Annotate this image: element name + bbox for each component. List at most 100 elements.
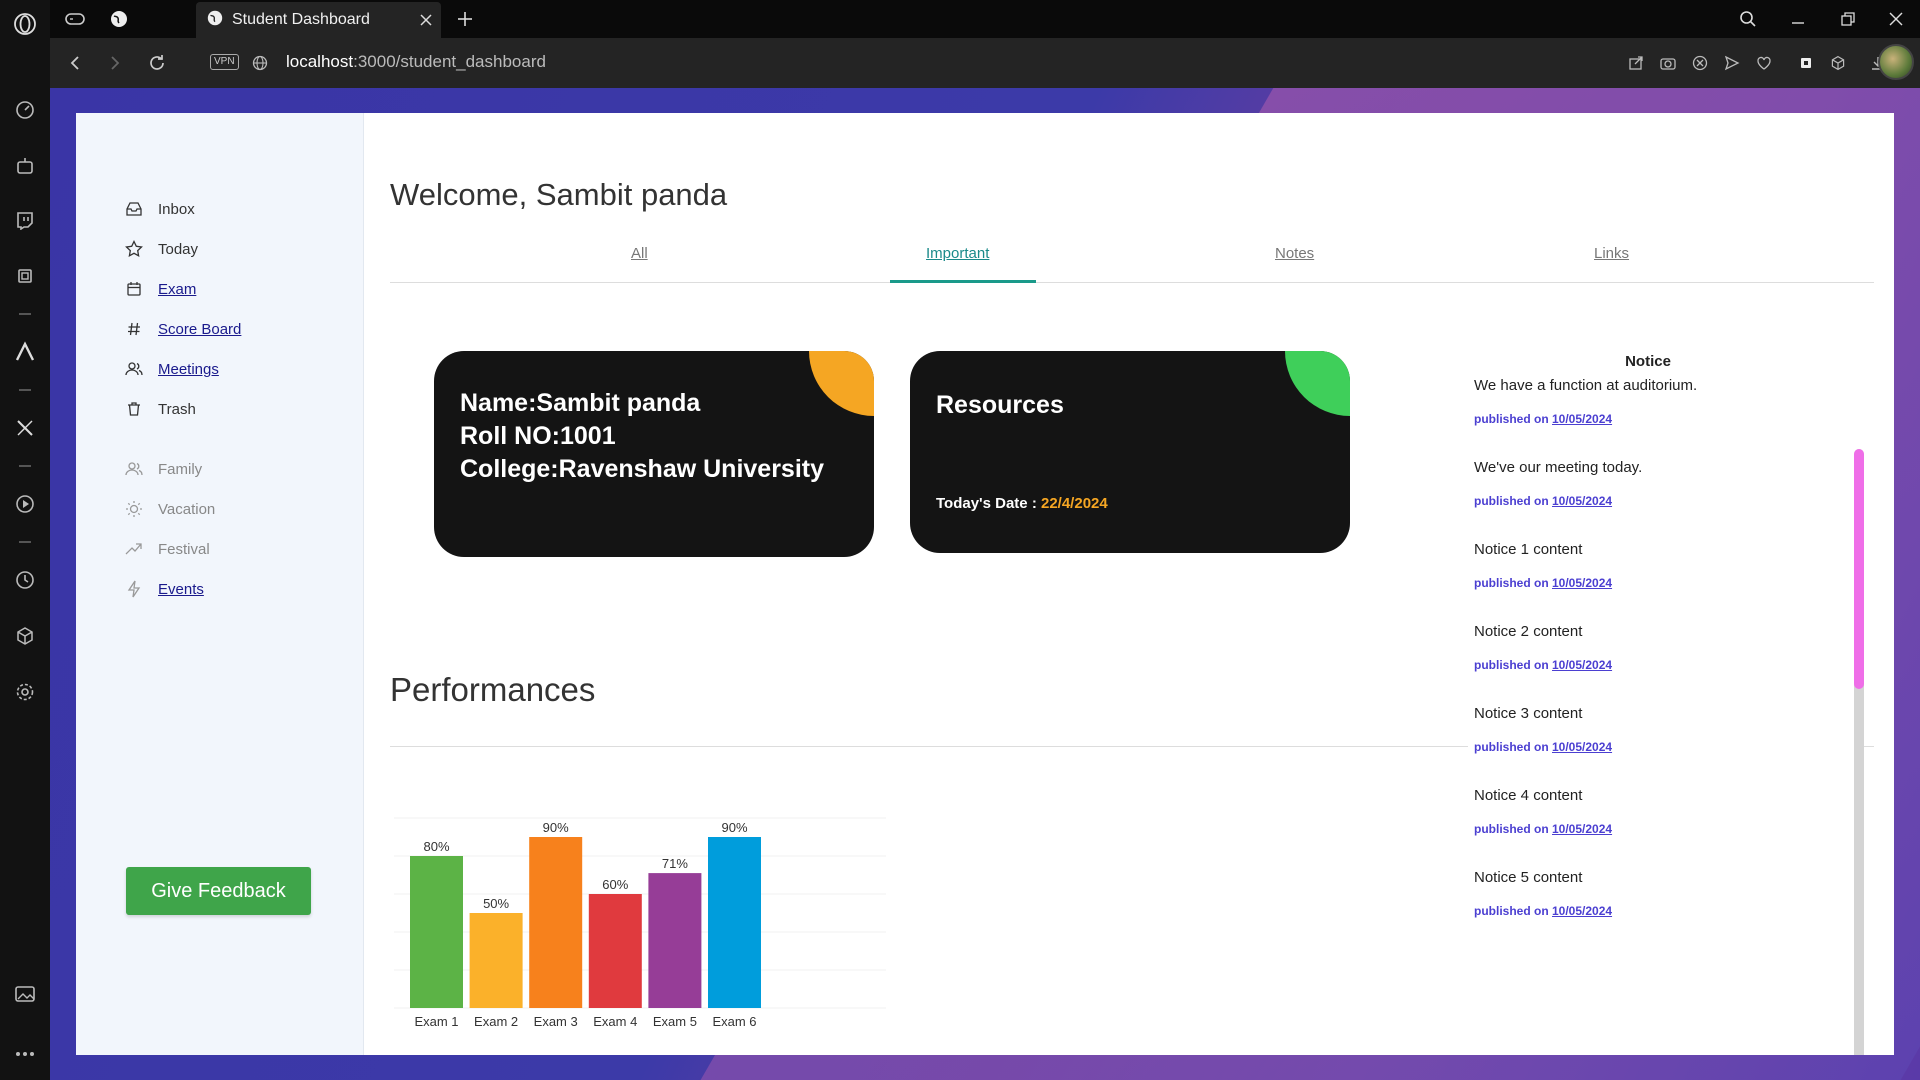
nav-item-vacation[interactable]: Vacation [124, 489, 215, 529]
extensions-cube-icon[interactable] [11, 622, 39, 650]
notice-published: published on 10/05/2024 [1474, 822, 1612, 836]
published-label: published on [1474, 822, 1552, 836]
forward-icon[interactable] [100, 48, 130, 78]
dashboard-sidebar: Inbox Today Exam Score Board Meetings Tr… [76, 113, 364, 1055]
chart-bar[interactable] [410, 856, 463, 1008]
nav-label[interactable]: Meetings [158, 361, 219, 378]
chart-category-label: Exam 2 [474, 1014, 518, 1029]
nav-item-trash[interactable]: Trash [124, 389, 241, 429]
ai-assistant-icon[interactable] [11, 152, 39, 180]
notice-published: published on 10/05/2024 [1474, 904, 1612, 918]
reload-icon[interactable] [142, 48, 172, 78]
nav-item-festival[interactable]: Festival [124, 529, 215, 569]
performances-heading: Performances [390, 671, 596, 708]
chart-bar[interactable] [469, 913, 523, 1008]
nav-label[interactable]: Exam [158, 281, 196, 298]
adblock-icon[interactable] [1686, 49, 1714, 77]
resources-card[interactable]: Resources Today's Date : 22/4/2024 [910, 351, 1350, 553]
trash-icon [124, 399, 144, 419]
notice-text: Notice 4 content [1474, 787, 1583, 804]
card-accent-shape [1285, 351, 1350, 416]
tab-links[interactable]: Links [1594, 245, 1629, 262]
nav-item-events[interactable]: Events [124, 569, 215, 609]
twitch-icon[interactable] [11, 206, 39, 234]
profile-avatar[interactable] [1878, 44, 1914, 80]
player-icon[interactable] [11, 490, 39, 518]
new-tab-plus-icon[interactable] [450, 4, 480, 34]
tab-student-dashboard[interactable]: Student Dashboard [196, 2, 441, 38]
notice-item: Notice 1 content published on 10/05/2024 [1474, 541, 1612, 590]
nav-item-exam[interactable]: Exam [124, 269, 241, 309]
chart-data-label: 80% [423, 839, 449, 854]
tab-important[interactable]: Important [926, 245, 989, 262]
published-date-link[interactable]: 10/05/2024 [1552, 494, 1612, 508]
more-icon[interactable] [11, 1040, 39, 1068]
gamepad-icon[interactable] [62, 6, 88, 32]
published-label: published on [1474, 658, 1552, 672]
close-icon[interactable] [411, 5, 441, 35]
gallery-icon[interactable] [11, 980, 39, 1008]
globe-tab-icon[interactable] [106, 6, 132, 32]
opera-logo-icon[interactable] [11, 10, 39, 38]
chart-bar[interactable] [708, 837, 761, 1008]
x-twitter-icon[interactable] [11, 414, 39, 442]
chart-category-label: Exam 6 [712, 1014, 756, 1029]
restore-icon[interactable] [1828, 4, 1868, 34]
scrollbar-thumb[interactable] [1854, 449, 1864, 689]
content-tabs: All Important Notes Links [390, 235, 1874, 283]
tab-title: Student Dashboard [232, 11, 370, 28]
url-field[interactable]: localhost:3000/student_dashboard [286, 52, 546, 72]
nav-label: Family [158, 460, 203, 478]
published-date-link[interactable]: 10/05/2024 [1552, 658, 1612, 672]
nav-label[interactable]: Events [158, 581, 204, 598]
share-icon[interactable] [1622, 49, 1650, 77]
notice-text: We have a function at auditorium. [1474, 377, 1698, 394]
student-info-card: Name:Sambit panda Roll NO:1001 College:R… [434, 351, 874, 557]
notice-text: Notice 3 content [1474, 705, 1583, 722]
published-label: published on [1474, 904, 1552, 918]
settings-gear-icon[interactable] [11, 678, 39, 706]
tab-all[interactable]: All [631, 245, 648, 262]
camera-icon[interactable] [1654, 49, 1682, 77]
published-date-link[interactable]: 10/05/2024 [1552, 412, 1612, 426]
tab-notes[interactable]: Notes [1275, 245, 1314, 262]
cube-icon[interactable] [1824, 49, 1852, 77]
site-info-globe-icon[interactable] [246, 49, 274, 77]
chart-category-label: Exam 1 [414, 1014, 458, 1029]
active-tab-indicator [890, 280, 1036, 283]
vpn-badge[interactable]: VPN [210, 54, 239, 70]
published-label: published on [1474, 576, 1552, 590]
chip-icon[interactable] [11, 262, 39, 290]
nav-item-inbox[interactable]: Inbox [124, 189, 241, 229]
published-date-link[interactable]: 10/05/2024 [1552, 740, 1612, 754]
star-icon [124, 239, 144, 259]
notice-item: Notice 3 content published on 10/05/2024 [1474, 705, 1612, 754]
nav-label[interactable]: Score Board [158, 321, 241, 338]
nav-item-today[interactable]: Today [124, 229, 241, 269]
chart-bar[interactable] [529, 837, 583, 1008]
window-close-icon[interactable] [1876, 4, 1916, 34]
calendar-icon [124, 279, 144, 299]
url-host: localhost [286, 52, 354, 71]
nav-item-family[interactable]: Family [124, 449, 215, 489]
give-feedback-button[interactable]: Give Feedback [126, 867, 311, 915]
send-icon[interactable] [1718, 49, 1746, 77]
published-date-link[interactable]: 10/05/2024 [1552, 822, 1612, 836]
published-date-link[interactable]: 10/05/2024 [1552, 576, 1612, 590]
nav-item-score-board[interactable]: Score Board [124, 309, 241, 349]
chip-extension-icon[interactable] [1792, 49, 1820, 77]
chart-category-label: Exam 5 [653, 1014, 697, 1029]
chart-bar[interactable] [648, 873, 702, 1008]
back-icon[interactable] [60, 48, 90, 78]
published-date-link[interactable]: 10/05/2024 [1552, 904, 1612, 918]
minimize-icon[interactable] [1778, 4, 1818, 34]
nav-item-meetings[interactable]: Meetings [124, 349, 241, 389]
speed-dial-icon[interactable] [11, 96, 39, 124]
aria-icon[interactable] [11, 338, 39, 366]
nav-label: Inbox [158, 200, 195, 218]
notice-scrollbar[interactable] [1854, 449, 1864, 1055]
search-icon[interactable] [1728, 4, 1768, 34]
heart-icon[interactable] [1750, 49, 1778, 77]
chart-bar[interactable] [588, 894, 642, 1008]
history-icon[interactable] [11, 566, 39, 594]
